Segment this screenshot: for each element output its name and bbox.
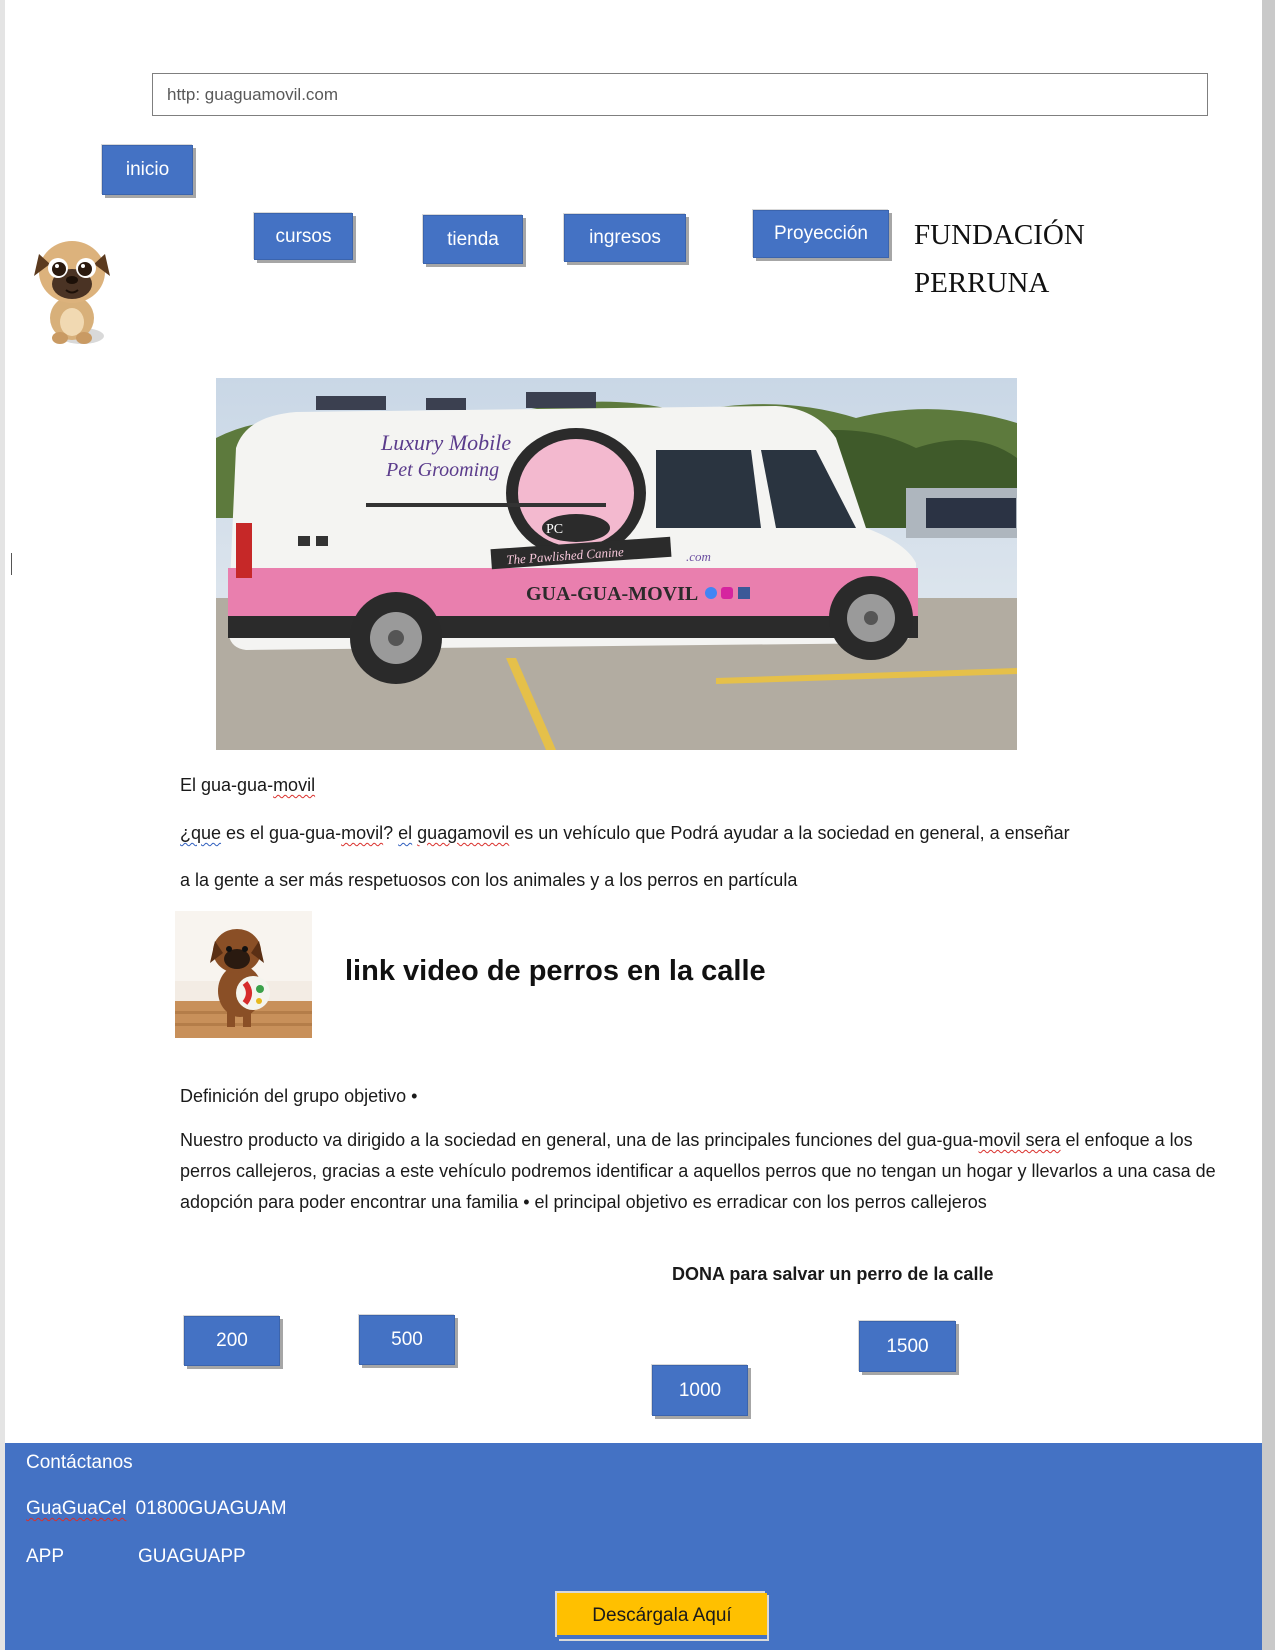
nav-proyeccion-label: Proyección xyxy=(774,223,868,244)
intro-paragraph-line2: a la gente a ser más respetuosos con los… xyxy=(180,870,798,890)
donate-200-button[interactable]: 200 xyxy=(184,1316,280,1366)
intro-heading-prefix: El gua-gua- xyxy=(180,775,274,795)
brand-title-line2: PERRUNA xyxy=(914,267,1050,299)
donate-1000-label: 1000 xyxy=(678,1380,722,1401)
van-name-text: GUA-GUA-MOVIL xyxy=(526,583,698,605)
nav-cursos-button[interactable]: cursos xyxy=(254,213,353,260)
brand-title: FUNDACIÓN PERRUNA xyxy=(914,211,1114,307)
text-cursor xyxy=(11,553,12,575)
app-label: APP xyxy=(26,1546,65,1567)
phone-row: GuaGuaCel 01800GUAGUAM xyxy=(26,1498,287,1520)
nav-ingresos-label: ingresos xyxy=(589,227,661,248)
target-group-heading: Definición del grupo objetivo • xyxy=(180,1086,418,1106)
download-app-button[interactable]: Descárgala Aquí xyxy=(557,1593,767,1639)
svg-text:PC: PC xyxy=(546,522,563,537)
app-value: GUAGUAPP xyxy=(138,1546,246,1567)
donate-500-label: 500 xyxy=(391,1329,423,1350)
intro-paragraph-line1: ¿que es el gua-gua-movil? el guagamovil … xyxy=(180,820,1070,846)
scrollbar-track[interactable] xyxy=(1262,0,1275,1650)
phone-label: GuaGuaCel xyxy=(26,1498,127,1519)
van-caption-line1: Luxury Mobile xyxy=(380,430,511,455)
van-caption-line2: Pet Grooming xyxy=(385,459,499,481)
target-group-body: Nuestro producto va dirigido a la socied… xyxy=(180,1125,1225,1218)
url-input[interactable]: http: guaguamovil.com xyxy=(152,73,1208,116)
donate-1500-label: 1500 xyxy=(886,1336,929,1357)
phone-value: 01800GUAGUAM xyxy=(135,1498,287,1519)
nav-proyeccion-button[interactable]: Proyección xyxy=(753,210,889,258)
nav-tienda-button[interactable]: tienda xyxy=(423,215,523,264)
nav-inicio-button[interactable]: inicio xyxy=(102,145,193,195)
brand-title-line1: FUNDACIÓN xyxy=(914,219,1085,251)
intro-text-c: ? xyxy=(383,823,399,843)
pug-mascot-icon xyxy=(34,241,110,344)
intro-text-e: guagamovil xyxy=(417,823,510,843)
van-badge-suffix: .com xyxy=(686,549,711,564)
intro-text-b: movil xyxy=(341,823,384,843)
intro-question-word: ¿que xyxy=(180,823,222,843)
intro-heading-word: movil xyxy=(273,775,316,795)
intro-heading: El gua-gua-movil xyxy=(180,772,315,798)
donate-heading: DONA para salvar un perro de la calle xyxy=(672,1264,994,1284)
donate-1500-button[interactable]: 1500 xyxy=(859,1321,956,1372)
intro-text-f: es un vehículo que Podrá ayudar a la soc… xyxy=(509,823,1070,843)
nav-tienda-label: tienda xyxy=(447,229,499,250)
intro-text-d: el xyxy=(398,823,413,843)
donate-200-label: 200 xyxy=(216,1330,248,1351)
contact-heading: Contáctanos xyxy=(26,1452,133,1473)
target-body-b: movil sera xyxy=(978,1130,1061,1150)
donate-500-button[interactable]: 500 xyxy=(359,1315,455,1365)
target-body-a: Nuestro producto va dirigido a la socied… xyxy=(180,1130,979,1150)
puppy-with-ball-image xyxy=(175,911,312,1038)
page-edge xyxy=(0,0,5,1650)
street-dogs-video-link[interactable]: link video de perros en la calle xyxy=(345,955,766,988)
nav-cursos-label: cursos xyxy=(275,226,332,247)
intro-text-a: es el gua-gua- xyxy=(221,823,342,843)
gua-gua-movil-van-image: PC The Pawlished Canine .com Luxury Mobi… xyxy=(216,378,1017,750)
nav-ingresos-button[interactable]: ingresos xyxy=(564,214,686,262)
donate-1000-button[interactable]: 1000 xyxy=(652,1365,748,1416)
nav-inicio-label: inicio xyxy=(125,159,170,180)
